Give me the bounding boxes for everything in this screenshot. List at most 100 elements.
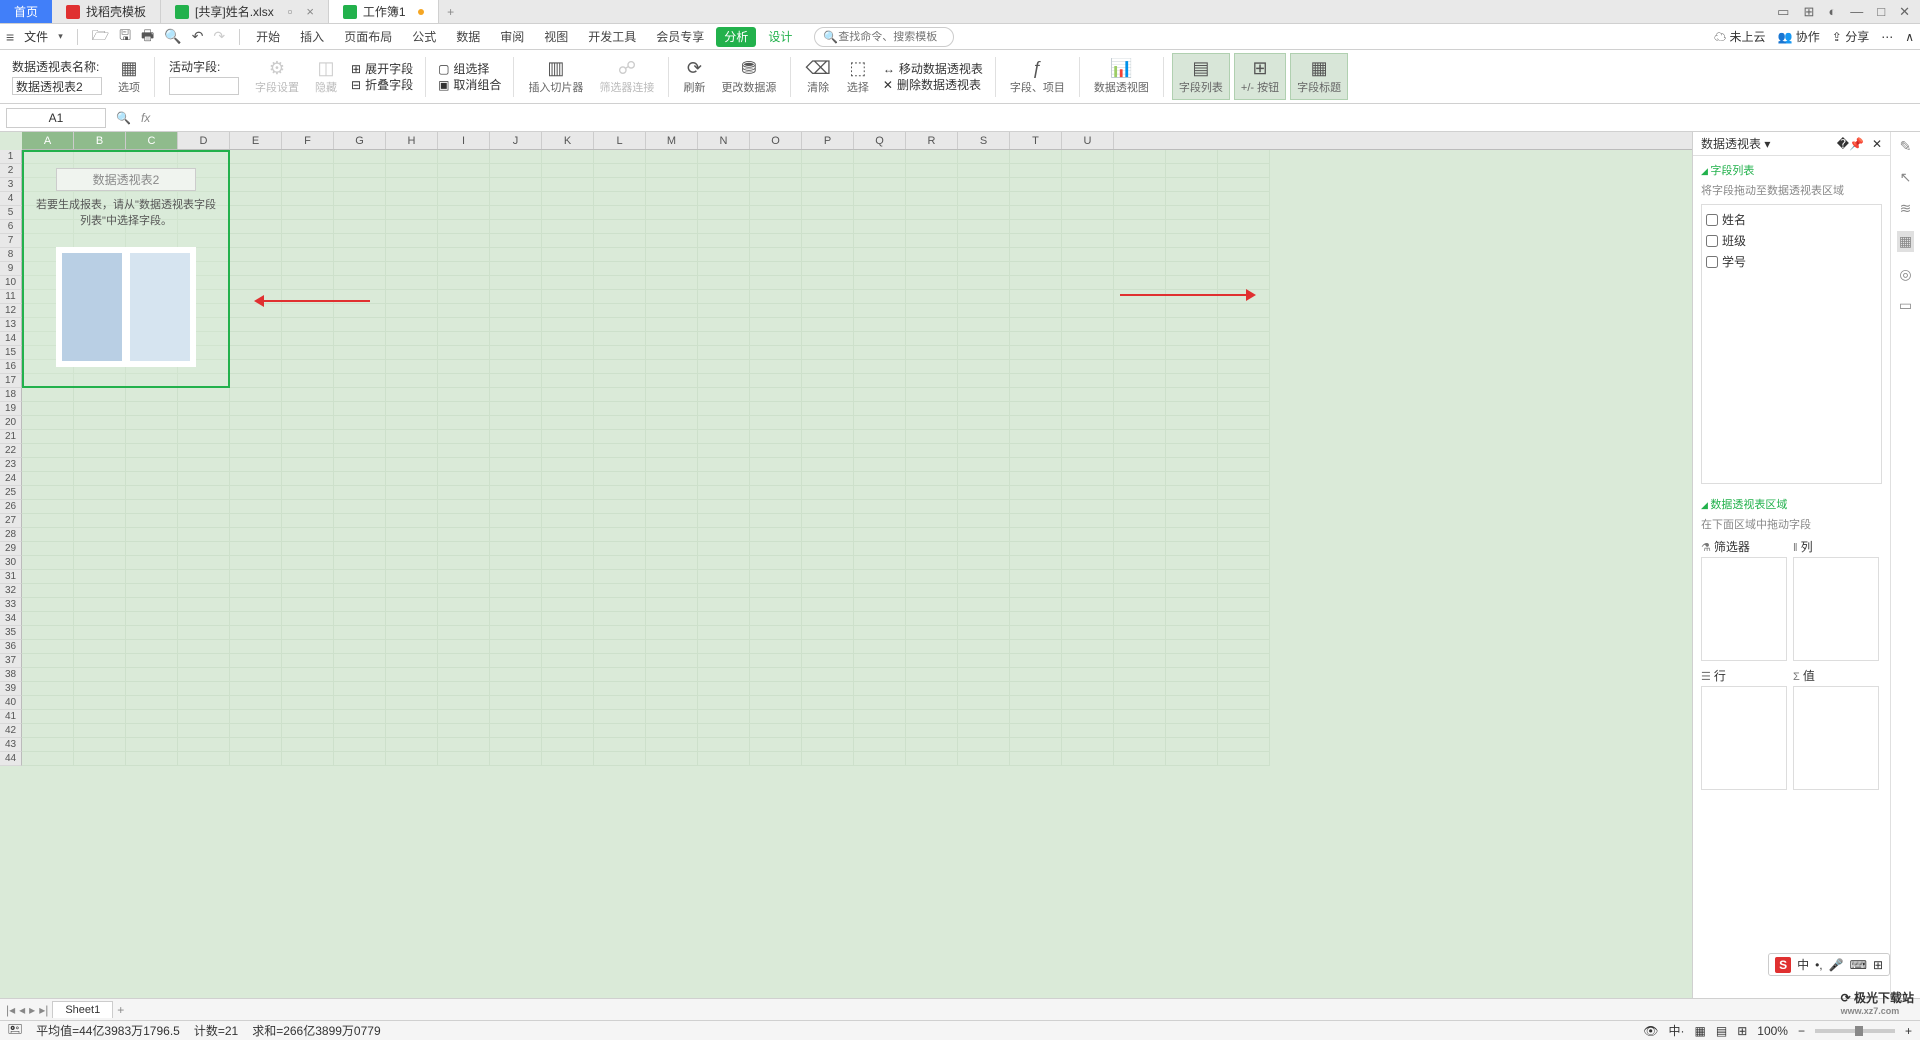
row-header[interactable]: 12 xyxy=(0,304,22,318)
col-header[interactable]: F xyxy=(282,132,334,149)
row-header[interactable]: 19 xyxy=(0,402,22,416)
settings-rail-icon[interactable]: ≋ xyxy=(1900,200,1912,217)
ime-bar[interactable]: S 中•, 🎤 ⌨ ⊞ xyxy=(1768,953,1890,976)
user-avatar[interactable]: ◐ xyxy=(1828,4,1836,19)
zoom-value[interactable]: 100% xyxy=(1757,1024,1788,1038)
file-menu[interactable]: 文件 xyxy=(24,28,48,45)
row-header[interactable]: 25 xyxy=(0,486,22,500)
more-icon[interactable]: ⋯ xyxy=(1881,30,1893,44)
refresh-button[interactable]: ⟳刷新 xyxy=(677,54,711,99)
zoom-in-button[interactable]: + xyxy=(1905,1024,1912,1038)
col-header[interactable]: O xyxy=(750,132,802,149)
row-header[interactable]: 14 xyxy=(0,332,22,346)
fields-items-button[interactable]: ƒ字段、项目 xyxy=(1004,54,1071,99)
save-icon[interactable]: 🖫 xyxy=(119,25,131,49)
col-header[interactable]: H xyxy=(386,132,438,149)
row-header[interactable]: 4 xyxy=(0,192,22,206)
ime-grid-icon[interactable]: ⊞ xyxy=(1873,958,1883,972)
row-header[interactable]: 29 xyxy=(0,542,22,556)
view-page-icon[interactable]: ▤ xyxy=(1716,1024,1727,1038)
tablet-icon[interactable]: ▭ xyxy=(1777,4,1789,20)
view-break-icon[interactable]: ⊞ xyxy=(1737,1024,1747,1038)
layout-rail-icon[interactable]: ▦ xyxy=(1897,231,1914,252)
preview-icon[interactable]: 🔍 xyxy=(164,28,181,45)
menu-data[interactable]: 数据 xyxy=(448,24,488,50)
row-header[interactable]: 27 xyxy=(0,514,22,528)
menu-design[interactable]: 设计 xyxy=(760,24,800,50)
close-button[interactable]: ✕ xyxy=(1899,4,1910,20)
row-header[interactable]: 2 xyxy=(0,164,22,178)
row-header[interactable]: 17 xyxy=(0,374,22,388)
col-header[interactable]: N xyxy=(698,132,750,149)
row-header[interactable]: 24 xyxy=(0,472,22,486)
field-checkbox[interactable] xyxy=(1706,256,1718,268)
row-header[interactable]: 34 xyxy=(0,612,22,626)
sheet-nav-first[interactable]: |◂ xyxy=(6,1003,15,1017)
field-item[interactable]: 姓名 xyxy=(1706,209,1877,230)
menu-icon[interactable]: ≡ xyxy=(6,29,14,45)
col-header[interactable]: I xyxy=(438,132,490,149)
zoom-out-button[interactable]: − xyxy=(1798,1024,1805,1038)
formula-input[interactable] xyxy=(160,111,1914,125)
menu-analysis[interactable]: 分析 xyxy=(716,27,756,47)
menu-start[interactable]: 开始 xyxy=(248,24,288,50)
tab-shared-file[interactable]: [共享]姓名.xlsx ▫ × xyxy=(161,0,329,23)
name-box[interactable] xyxy=(6,108,106,128)
row-header[interactable]: 33 xyxy=(0,598,22,612)
row-header[interactable]: 16 xyxy=(0,360,22,374)
collab-button[interactable]: 👥 协作 xyxy=(1778,28,1820,45)
row-header[interactable]: 7 xyxy=(0,234,22,248)
sheet-nav-next[interactable]: ▸ xyxy=(29,1003,35,1017)
col-header[interactable]: J xyxy=(490,132,542,149)
menu-review[interactable]: 审阅 xyxy=(492,24,532,50)
col-header[interactable]: R xyxy=(906,132,958,149)
redo-icon[interactable]: ↷ xyxy=(213,28,225,45)
undo-icon[interactable]: ↶ xyxy=(192,28,204,45)
row-header[interactable]: 8 xyxy=(0,248,22,262)
record-icon[interactable]: 🖭 xyxy=(8,1020,22,1041)
menu-member[interactable]: 会员专享 xyxy=(648,24,712,50)
chevron-down-icon[interactable]: ▾ xyxy=(58,31,63,42)
row-header[interactable]: 11 xyxy=(0,290,22,304)
row-header[interactable]: 23 xyxy=(0,458,22,472)
select-button[interactable]: ⬚选择 xyxy=(841,54,875,99)
menu-layout[interactable]: 页面布局 xyxy=(336,24,400,50)
row-header[interactable]: 18 xyxy=(0,388,22,402)
rows-zone[interactable] xyxy=(1701,686,1787,790)
field-item[interactable]: 学号 xyxy=(1706,251,1877,272)
row-header[interactable]: 35 xyxy=(0,626,22,640)
col-header[interactable]: C xyxy=(126,132,178,149)
view-normal-icon[interactable]: ▦ xyxy=(1695,1024,1706,1038)
col-header[interactable]: Q xyxy=(854,132,906,149)
col-header[interactable]: P xyxy=(802,132,854,149)
menu-dev[interactable]: 开发工具 xyxy=(580,24,644,50)
eye-icon[interactable]: 👁 xyxy=(1643,1024,1658,1038)
row-header[interactable]: 31 xyxy=(0,570,22,584)
field-checkbox[interactable] xyxy=(1706,214,1718,226)
row-header[interactable]: 10 xyxy=(0,276,22,290)
active-field-input[interactable] xyxy=(169,77,239,95)
row-header[interactable]: 44 xyxy=(0,752,22,766)
maximize-button[interactable]: □ xyxy=(1877,4,1885,19)
col-header[interactable]: U xyxy=(1062,132,1114,149)
row-header[interactable]: 15 xyxy=(0,346,22,360)
field-item[interactable]: 班级 xyxy=(1706,230,1877,251)
row-header[interactable]: 37 xyxy=(0,654,22,668)
add-sheet-button[interactable]: + xyxy=(117,1003,124,1017)
close-icon[interactable]: × xyxy=(306,4,314,19)
field-list[interactable]: 姓名班级学号 xyxy=(1701,204,1882,484)
row-header[interactable]: 21 xyxy=(0,430,22,444)
row-header[interactable]: 6 xyxy=(0,220,22,234)
col-header[interactable]: S xyxy=(958,132,1010,149)
row-header[interactable]: 22 xyxy=(0,444,22,458)
row-header[interactable]: 30 xyxy=(0,556,22,570)
row-header[interactable]: 20 xyxy=(0,416,22,430)
tab-template[interactable]: 找稻壳模板 xyxy=(52,0,161,23)
clear-button[interactable]: ⌫清除 xyxy=(799,54,836,99)
col-header[interactable]: M xyxy=(646,132,698,149)
location-icon[interactable]: ◎ xyxy=(1899,266,1911,283)
row-header[interactable]: 9 xyxy=(0,262,22,276)
style-icon[interactable]: ✎ xyxy=(1900,138,1912,155)
keyboard-icon[interactable]: ⌨ xyxy=(1850,958,1867,972)
row-header[interactable]: 26 xyxy=(0,500,22,514)
